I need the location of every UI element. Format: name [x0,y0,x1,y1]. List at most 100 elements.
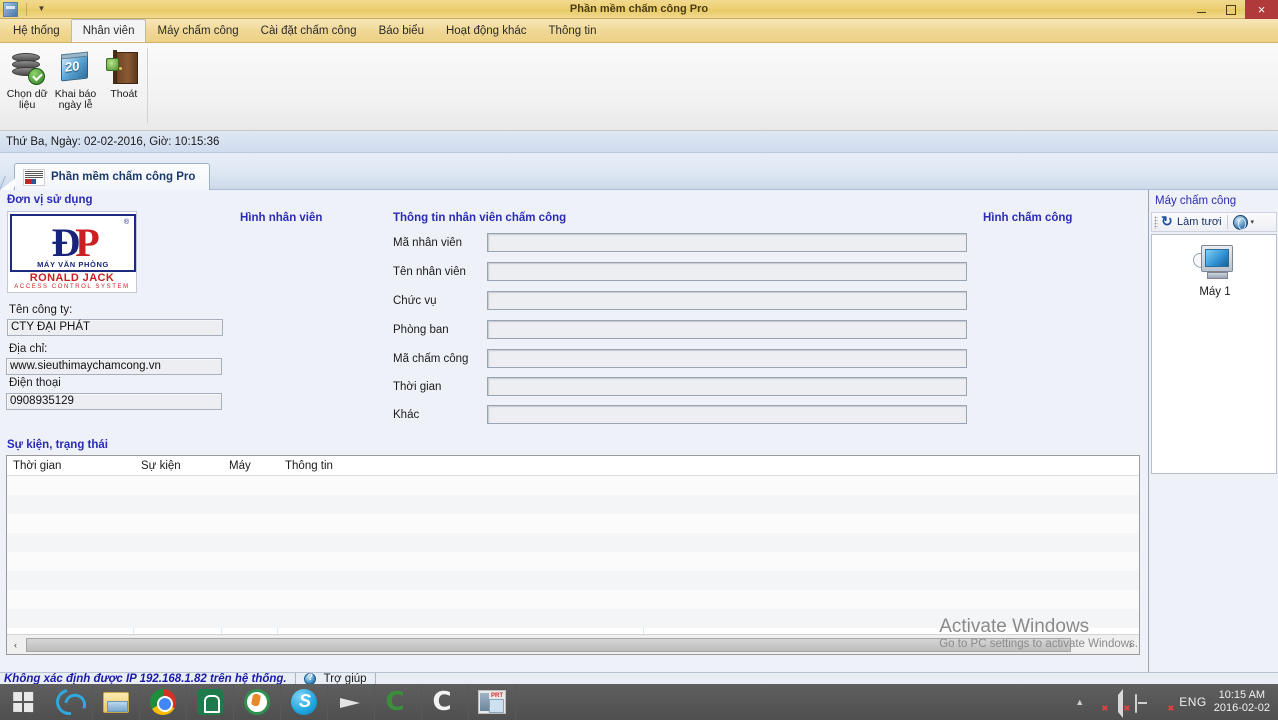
column-header-su-kien[interactable]: Sự kiện [135,456,181,476]
app-icon[interactable] [3,1,18,17]
employee-code-input[interactable] [487,233,967,252]
refresh-button-label[interactable]: Làm tươi [1177,216,1222,228]
taskbar-item-file-explorer[interactable] [93,684,140,720]
scroll-right-button[interactable]: › [1122,635,1139,654]
taskbar-item-printer-photo[interactable]: PRT [469,684,516,720]
title-bar: ▼ Phần mềm chấm công Pro × [0,0,1278,19]
calendar-day-number: 20 [65,58,80,75]
scrollbar-track[interactable] [24,635,1122,654]
other-label: Khác [393,409,420,421]
taskbar-item-chrome[interactable] [140,684,187,720]
column-header-thoi-gian[interactable]: Thời gian [7,456,61,476]
declare-holiday-button[interactable]: 20 Khai báo ngày lễ [51,47,99,111]
ribbon-tab-nhan-vien[interactable]: Nhân viên [70,19,147,42]
minimize-button[interactable] [1187,0,1216,19]
volume-icon[interactable] [1113,688,1130,718]
network-icon[interactable] [1135,693,1150,713]
exit-label: Thoát [110,88,138,100]
ribbon-tab-bao-bieu[interactable]: Báo biểu [368,20,435,42]
exit-door-icon [105,50,142,86]
main-content: Đơn vị sử dụng ĐP ® MÁY VĂN PHÒNG RONALD… [0,190,1148,672]
database-check-icon [9,50,46,86]
chevron-down-icon[interactable]: ▾ [1251,218,1255,226]
taskbar-item-coccoc[interactable]: C [375,684,422,720]
windows-logo-icon [13,691,34,713]
taskbar-item-skype[interactable] [281,684,328,720]
ribbon-tab-hoat-dong-khac[interactable]: Hoạt động khác [435,20,538,42]
chevron-down-icon[interactable]: ▼ [35,5,48,13]
clock-date: 2016-02-02 [1213,702,1270,714]
attendance-machine-icon [1193,243,1237,283]
ribbon-group-nhan-vien: Chọn dữ liệu 20 Khai báo ngày lễ Thoát [0,43,148,130]
device-list[interactable]: Máy 1 [1151,234,1277,474]
close-button[interactable]: × [1245,0,1278,19]
skype-icon [291,689,317,715]
taskbar-item-coccoc-light[interactable]: C [422,684,469,720]
globe-icon[interactable] [1232,214,1248,230]
events-grid-body[interactable] [7,476,1139,634]
logo-letters: ĐP [51,223,99,263]
table-row[interactable] [7,514,1139,533]
declare-holiday-label: Khai báo ngày lễ [54,88,97,111]
help-icon[interactable] [303,673,316,684]
exit-button[interactable]: Thoát [100,47,148,100]
company-address-field[interactable]: www.sieuthimaychamcong.vn [6,358,222,375]
taskbar-item-green-house-app[interactable] [187,684,234,720]
windows-taskbar: C C PRT ▲ ENG 10:15 AM 2016-02-02 [0,683,1278,720]
ribbon-tab-cai-dat-cham-cong[interactable]: Cài đặt chấm công [250,20,368,42]
status-bar: Không xác định được IP 192.168.1.82 trên… [0,672,1278,684]
action-center-shield-icon[interactable] [1157,695,1175,713]
registered-mark-icon: ® [123,219,129,226]
table-row[interactable] [7,476,1139,495]
select-data-button[interactable]: Chọn dữ liệu [3,47,51,111]
company-name-field[interactable]: CTY ĐẠI PHÁT [7,319,223,336]
scrollbar-thumb[interactable] [26,637,1071,652]
help-link[interactable]: Trợ giúp [324,673,367,684]
company-section-title: Đơn vị sử dụng [7,194,93,206]
position-label: Chức vụ [393,295,437,307]
company-logo: ĐP ® MÁY VĂN PHÒNG RONALD JACK ACCESS CO… [7,211,137,293]
clock[interactable]: 10:15 AM 2016-02-02 [1214,689,1270,715]
table-row[interactable] [7,495,1139,514]
table-row[interactable] [7,552,1139,571]
employee-name-input[interactable] [487,262,967,281]
start-button[interactable] [0,684,46,720]
ribbon-tab-thong-tin[interactable]: Thông tin [538,20,608,42]
attendance-code-input[interactable] [487,349,967,368]
table-row[interactable] [7,533,1139,552]
taskbar-item-internet-explorer[interactable] [46,683,93,720]
position-input[interactable] [487,291,967,310]
coccoc-browser-icon: C [385,686,405,717]
refresh-icon[interactable] [1161,213,1174,230]
events-horizontal-scrollbar[interactable]: ‹ › [7,634,1139,654]
document-tab-phan-mem-cham-cong-pro[interactable]: Phần mềm chấm công Pro [14,163,211,190]
column-header-may[interactable]: Máy [223,456,251,476]
department-input[interactable] [487,320,967,339]
events-grid: Thời gian Sự kiện Máy Thông tin ‹ › [6,455,1140,655]
language-indicator[interactable]: ENG [1179,695,1207,709]
ribbon-tab-he-thong[interactable]: Hệ thống [2,20,71,42]
tray-overflow-icon[interactable]: ▲ [1075,697,1084,707]
file-explorer-icon [103,691,129,713]
coccoc-browser-light-icon: C [432,686,452,717]
device-panel-title: Máy chấm công [1155,195,1237,207]
list-item[interactable]: Máy 1 [1172,243,1258,298]
company-phone-field[interactable]: 0908935129 [6,393,222,410]
taskbar-item-ring-app[interactable] [234,684,281,720]
printer-photo-icon: PRT [478,690,506,714]
scroll-left-button[interactable]: ‹ [7,635,24,654]
department-label: Phòng ban [393,324,449,336]
app-logo-icon [23,168,45,186]
taskbar-item-paper-plane[interactable] [328,684,375,720]
ribbon-tab-may-cham-cong[interactable]: Máy chấm công [146,20,249,42]
column-header-thong-tin[interactable]: Thông tin [279,456,333,476]
other-input[interactable] [487,405,967,424]
table-row[interactable] [7,609,1139,628]
table-row[interactable] [7,590,1139,609]
flag-icon[interactable] [1091,695,1109,713]
table-row[interactable] [7,571,1139,590]
time-input[interactable] [487,377,967,396]
chrome-icon [150,689,176,715]
maximize-button[interactable] [1216,0,1245,19]
drag-handle[interactable] [1154,215,1158,229]
